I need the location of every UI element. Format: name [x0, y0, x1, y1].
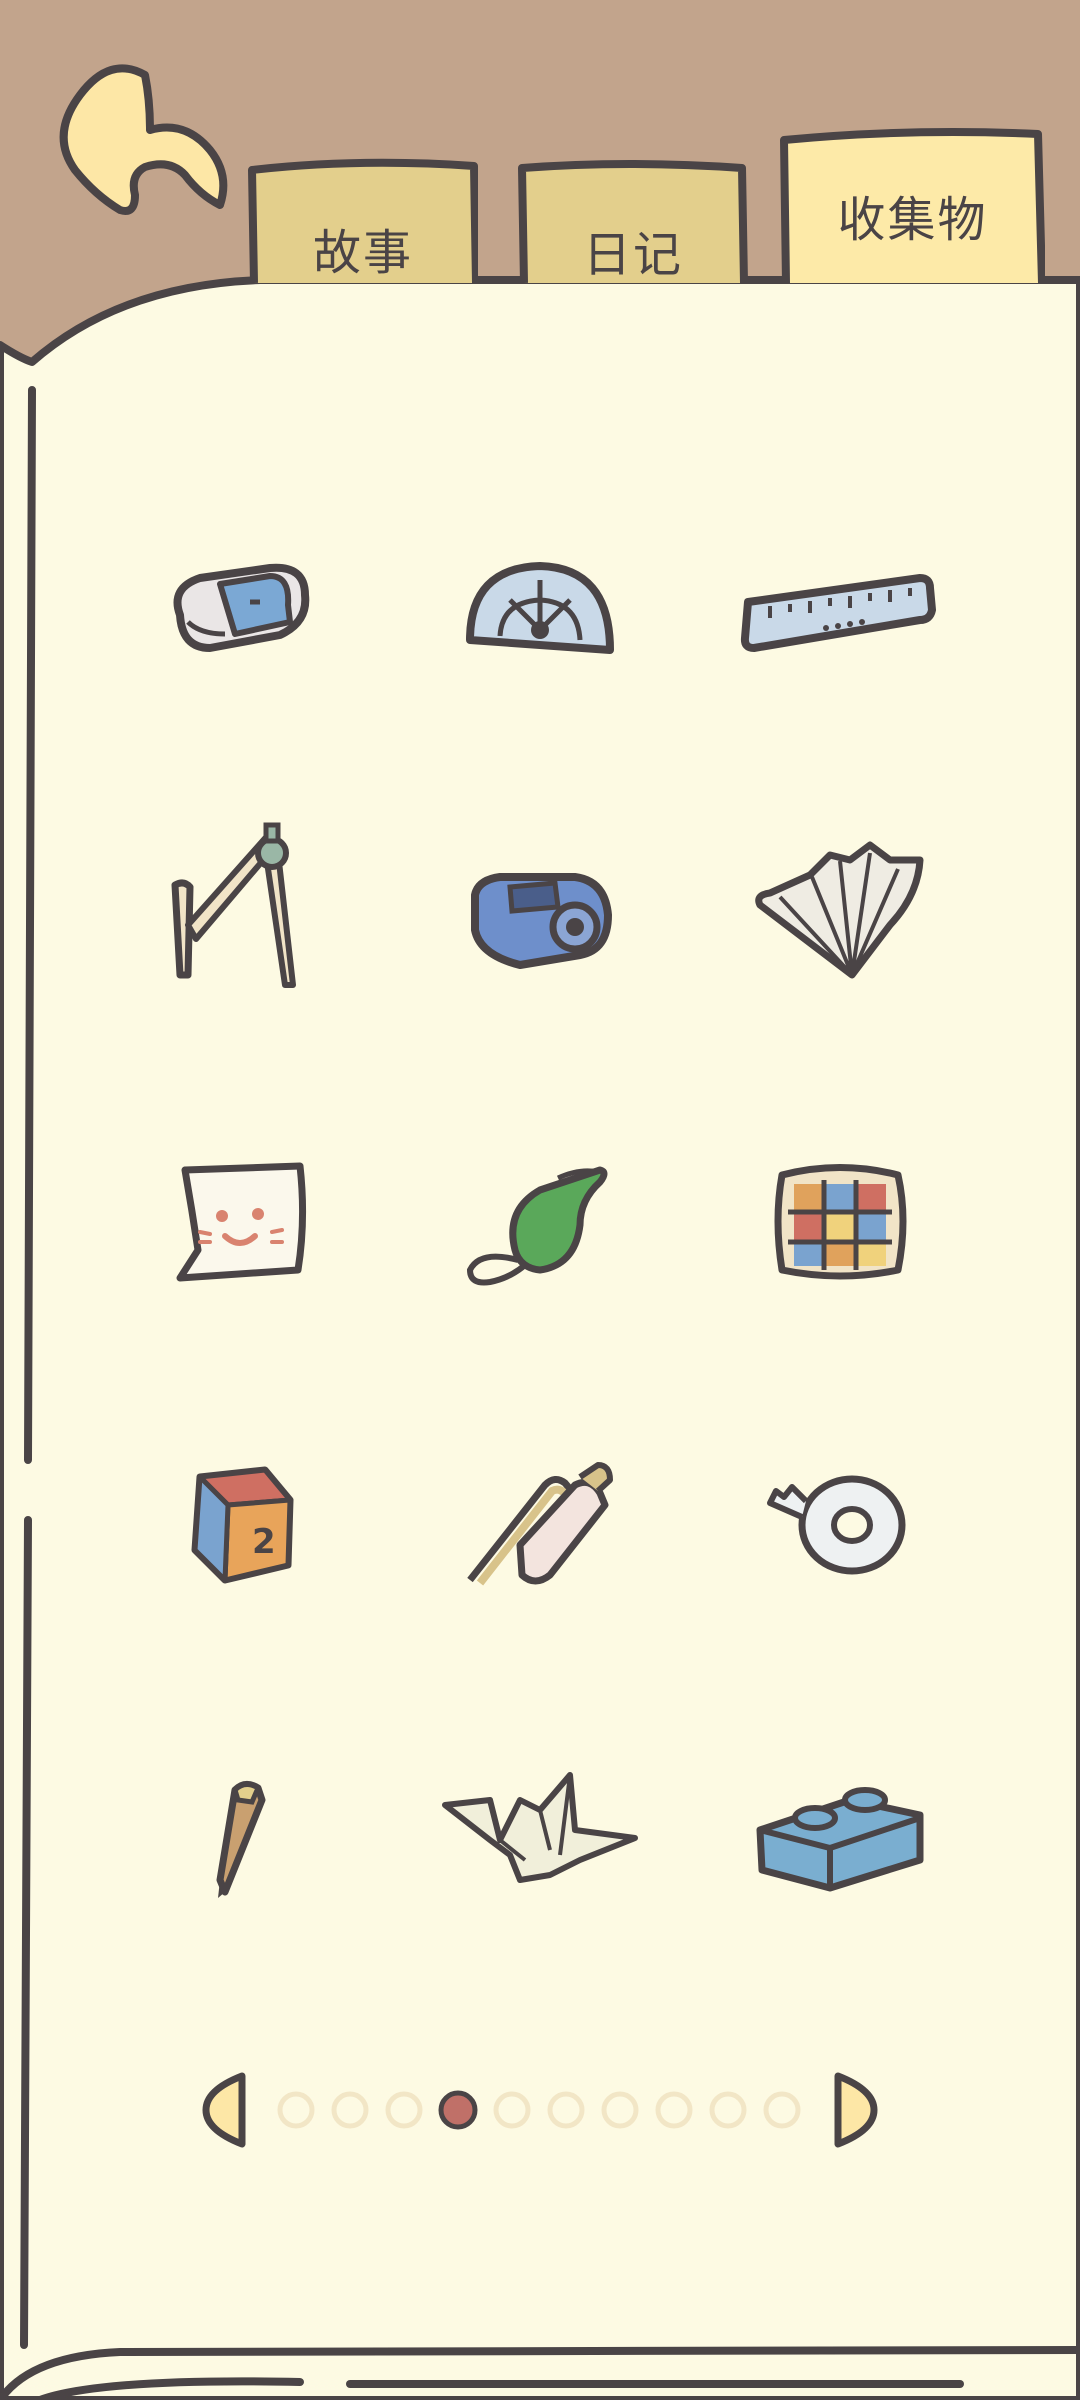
- page-dot-3[interactable]: [385, 2091, 423, 2129]
- collection-item-toy-brick[interactable]: [740, 1730, 940, 1930]
- pencil-stub-icon: [216, 1781, 266, 1898]
- whistle-icon: [466, 1166, 608, 1286]
- protractor-icon: [466, 562, 614, 654]
- page-dot-1[interactable]: [277, 2091, 315, 2129]
- eraser-icon: [173, 563, 310, 652]
- toy-brick-icon: [756, 1787, 924, 1892]
- pencil-sharpener-icon: [471, 873, 612, 969]
- collection-item-paper-fan[interactable]: [740, 815, 940, 1015]
- collection-item-whistle[interactable]: [440, 1120, 640, 1320]
- glue-stick-icon: [467, 1462, 613, 1586]
- sticky-note-face-icon: [176, 1162, 307, 1282]
- collection-item-compass[interactable]: [140, 815, 340, 1015]
- collection-item-pencil-sharpener[interactable]: [440, 815, 640, 1015]
- compass-icon: [171, 822, 296, 988]
- collection-grid: 2: [0, 0, 1080, 2400]
- page-dots: [277, 2090, 801, 2130]
- page-dot-7[interactable]: [601, 2091, 639, 2129]
- svg-text:2: 2: [252, 1522, 276, 1562]
- collection-item-number-dice[interactable]: 2: [140, 1425, 340, 1625]
- collection-item-glue-stick[interactable]: [440, 1425, 640, 1625]
- page-dot-2[interactable]: [331, 2091, 369, 2129]
- collection-item-paper-crane[interactable]: [440, 1730, 640, 1930]
- ruler-icon: [740, 574, 936, 652]
- page-dot-9[interactable]: [709, 2091, 747, 2129]
- page-dot-8[interactable]: [655, 2091, 693, 2129]
- collection-item-rubiks-cube[interactable]: [740, 1120, 940, 1320]
- tape-roll-icon: [767, 1475, 906, 1575]
- page-dot-10[interactable]: [763, 2091, 801, 2129]
- page-dot-4[interactable]: [438, 2090, 478, 2130]
- collection-item-tape-roll[interactable]: [740, 1425, 940, 1625]
- collection-item-sticky-note[interactable]: [140, 1120, 340, 1320]
- collection-item-pencil-stub[interactable]: [140, 1730, 340, 1930]
- paper-fan-icon: [755, 841, 924, 979]
- collection-item-ruler[interactable]: [740, 510, 940, 710]
- number-dice-icon: 2: [191, 1466, 294, 1584]
- page-dot-5[interactable]: [493, 2091, 531, 2129]
- collection-item-eraser[interactable]: [140, 510, 340, 710]
- paper-crane-icon: [442, 1772, 638, 1883]
- collection-item-protractor[interactable]: [440, 510, 640, 710]
- page-dot-6[interactable]: [547, 2091, 585, 2129]
- rubiks-cube-icon: [774, 1164, 907, 1280]
